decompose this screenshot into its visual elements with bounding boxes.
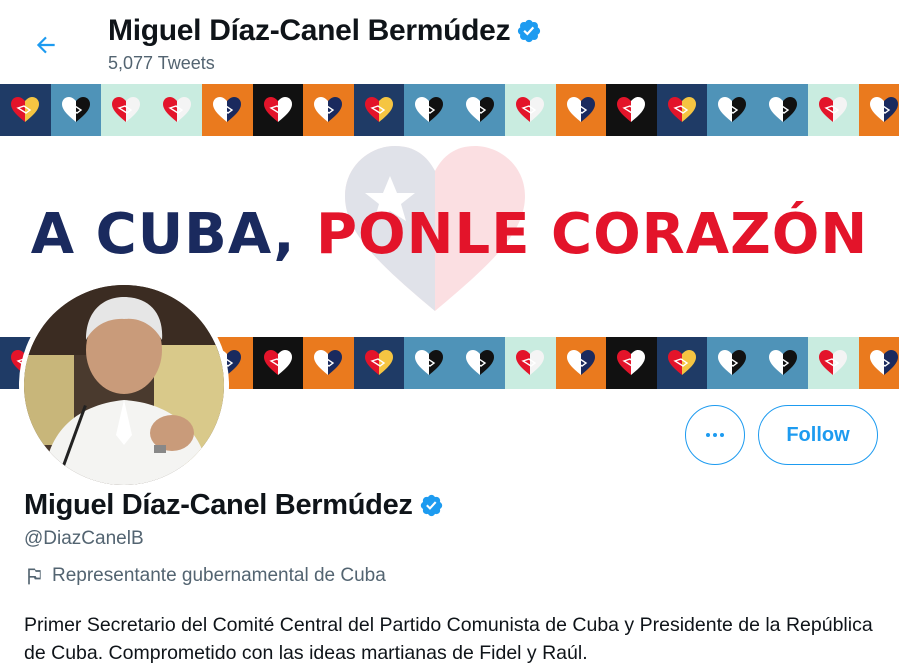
header-display-name: Miguel Díaz-Canel Bermúdez [108, 14, 542, 48]
banner-headline: A CUBA, PONLE CORAZÓN [0, 202, 899, 267]
handshake-heart-icon [11, 97, 40, 122]
profile-category: Representante gubernamental de Cuba [24, 565, 386, 587]
handshake-heart-icon [263, 350, 292, 375]
banner-top-tile [555, 84, 606, 136]
banner-top-tile [454, 84, 505, 136]
handshake-heart-icon [364, 97, 393, 122]
banner-top-tile [707, 84, 758, 136]
handshake-heart-icon [213, 97, 242, 122]
banner-top-tile [252, 84, 303, 136]
banner-top-tile [404, 84, 455, 136]
banner-bottom-tile [757, 337, 808, 389]
handshake-heart-icon [768, 350, 797, 375]
banner-tile-row-top [0, 84, 899, 136]
handshake-heart-icon [162, 97, 191, 122]
arrow-left-icon [36, 36, 55, 54]
handshake-heart-icon [61, 97, 90, 122]
banner-bottom-tile [707, 337, 758, 389]
more-options-button[interactable] [685, 405, 745, 465]
handshake-heart-icon [718, 97, 747, 122]
banner-bottom-tile [454, 337, 505, 389]
banner-bottom-tile [252, 337, 303, 389]
tweet-count: 5,077 Tweets [108, 53, 215, 73]
banner-bottom-tile [555, 337, 606, 389]
banner-top-tile [353, 84, 404, 136]
banner-bottom-tile [656, 337, 707, 389]
handshake-heart-icon [314, 350, 343, 375]
handshake-heart-icon [869, 350, 898, 375]
verified-badge-icon [419, 493, 444, 518]
banner-top-tile [50, 84, 101, 136]
banner-top-tile [202, 84, 253, 136]
profile-display-name: Miguel Díaz-Canel Bermúdez [24, 489, 444, 522]
profile-header: Miguel Díaz-Canel Bermúdez 5,077 Tweets [0, 0, 899, 84]
header-name-text: Miguel Díaz-Canel Bermúdez [108, 14, 511, 47]
handshake-heart-icon [314, 97, 343, 122]
more-horizontal-icon [706, 433, 724, 437]
handshake-heart-icon [415, 97, 444, 122]
handshake-heart-icon [617, 350, 646, 375]
banner-bottom-tile [303, 337, 354, 389]
banner-top-tile [757, 84, 808, 136]
handshake-heart-icon [768, 97, 797, 122]
handshake-heart-icon [364, 350, 393, 375]
banner-headline-part1: A CUBA, [30, 202, 296, 267]
banner-bottom-tile [858, 337, 899, 389]
flag-icon [24, 566, 44, 586]
banner-top-tile [858, 84, 899, 136]
banner-headline-part2: PONLE CORAZÓN [316, 202, 869, 267]
back-button[interactable] [26, 25, 66, 65]
handshake-heart-icon [516, 350, 545, 375]
handshake-heart-icon [263, 97, 292, 122]
handshake-heart-icon [617, 97, 646, 122]
handshake-heart-icon [819, 97, 848, 122]
profile-category-text: Representante gubernamental de Cuba [52, 565, 386, 586]
handshake-heart-icon [667, 350, 696, 375]
banner-bottom-tile [404, 337, 455, 389]
handshake-heart-icon [667, 97, 696, 122]
handshake-heart-icon [415, 350, 444, 375]
handshake-heart-icon [465, 350, 494, 375]
handshake-heart-icon [112, 97, 141, 122]
banner-top-tile [808, 84, 859, 136]
banner-top-tile [151, 84, 202, 136]
handshake-heart-icon [516, 97, 545, 122]
avatar-photo [24, 285, 224, 485]
verified-badge-icon [516, 18, 542, 44]
handshake-heart-icon [465, 97, 494, 122]
handshake-heart-icon [819, 350, 848, 375]
banner-bottom-tile [606, 337, 657, 389]
banner-bottom-tile [353, 337, 404, 389]
profile-avatar[interactable] [19, 280, 229, 490]
profile-name-text: Miguel Díaz-Canel Bermúdez [24, 489, 413, 521]
banner-top-tile [656, 84, 707, 136]
handshake-heart-icon [566, 350, 595, 375]
banner-top-tile [303, 84, 354, 136]
banner-bottom-tile [505, 337, 556, 389]
banner-top-tile [0, 84, 51, 136]
banner-top-tile [505, 84, 556, 136]
handshake-heart-icon [718, 350, 747, 375]
follow-button[interactable]: Follow [758, 405, 878, 465]
banner-bottom-tile [808, 337, 859, 389]
banner-top-tile [606, 84, 657, 136]
handshake-heart-icon [869, 97, 898, 122]
profile-bio: Primer Secretario del Comité Central del… [24, 614, 873, 664]
profile-handle: @DiazCanelB [24, 528, 144, 549]
handshake-heart-icon [566, 97, 595, 122]
banner-top-tile [101, 84, 152, 136]
